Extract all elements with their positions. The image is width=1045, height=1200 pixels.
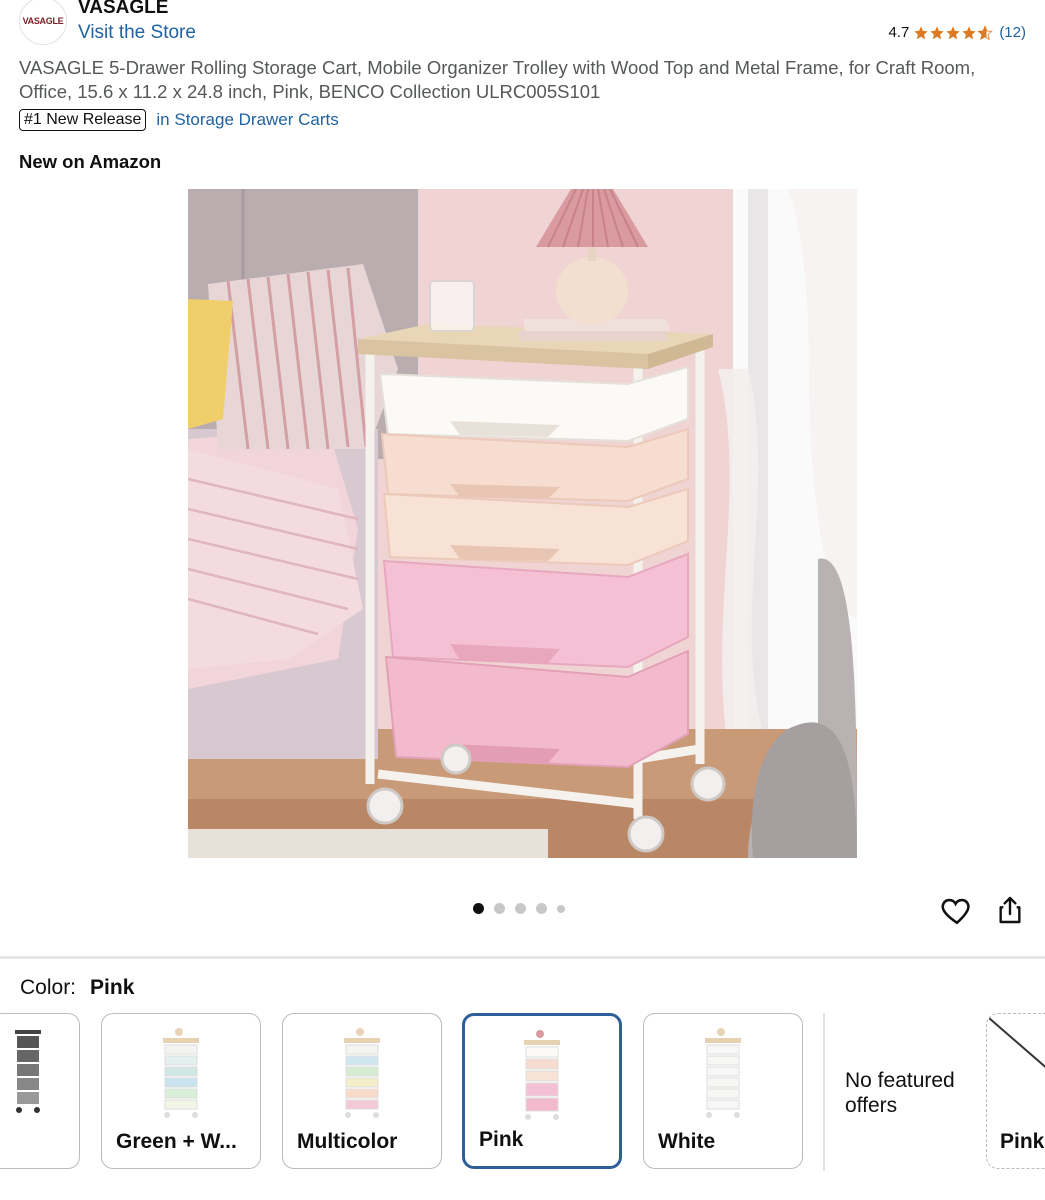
section-divider — [0, 956, 1045, 959]
visit-store-link[interactable]: Visit the Store — [78, 22, 196, 44]
swatch-separator — [823, 1013, 825, 1171]
black-cart-thumbnail — [15, 1030, 41, 1113]
color-selected-value: Pink — [90, 976, 135, 999]
carousel-dot[interactable] — [494, 903, 505, 914]
new-on-amazon-label: New on Amazon — [19, 151, 162, 172]
color-swatch-pink-selected[interactable]: Pink — [462, 1013, 622, 1169]
brand-logo-text: VASAGLE — [22, 16, 64, 26]
green-white-cart-thumbnail — [163, 1028, 199, 1118]
color-swatch-black[interactable] — [0, 1013, 80, 1169]
rating-count[interactable]: (12) — [999, 24, 1026, 41]
color-swatch-white[interactable]: White — [643, 1013, 803, 1169]
heart-icon[interactable] — [940, 893, 974, 927]
color-swatch-pink-unavailable[interactable]: Pink — [986, 1013, 1045, 1169]
swatch-label: Pink — [479, 1128, 524, 1151]
rating-value: 4.7 — [888, 24, 910, 41]
new-release-badge[interactable]: #1 New Release — [19, 109, 147, 131]
badge-category-link[interactable]: in Storage Drawer Carts — [156, 110, 338, 130]
star-half-icon — [977, 24, 993, 40]
image-carousel-dots[interactable] — [473, 903, 565, 914]
multicolor-cart-thumbnail — [344, 1028, 380, 1118]
brand-logo[interactable]: VASAGLE — [19, 0, 67, 45]
swatch-label: Pink — [1000, 1130, 1045, 1153]
star-icon — [930, 25, 944, 39]
rating-stars — [913, 24, 993, 41]
product-title: VASAGLE 5-Drawer Rolling Storage Cart, M… — [19, 57, 976, 102]
carousel-dot-active[interactable] — [473, 903, 484, 914]
color-swatch-multicolor[interactable]: Multicolor — [282, 1013, 442, 1169]
color-swatch-green-white[interactable]: Green + W... — [101, 1013, 261, 1169]
pink-cart-thumbnail — [524, 1030, 560, 1120]
rating-summary[interactable]: 4.7 (12) — [888, 24, 1026, 41]
best-seller-badge-row[interactable]: #1 New Release in Storage Drawer Carts — [19, 109, 339, 131]
star-icon — [946, 25, 960, 39]
product-image[interactable] — [188, 189, 857, 858]
no-featured-offers-text: No featured offers — [845, 1069, 955, 1117]
star-icon — [962, 25, 976, 39]
brand-name[interactable]: VASAGLE — [78, 0, 168, 19]
white-cart-thumbnail — [705, 1028, 741, 1118]
color-label: Color: — [20, 976, 77, 999]
carousel-dot[interactable] — [557, 904, 565, 913]
swatch-label: White — [658, 1130, 716, 1153]
star-icon — [914, 25, 928, 39]
swatch-label: Multicolor — [297, 1130, 398, 1153]
carousel-dot[interactable] — [515, 903, 526, 914]
carousel-dot[interactable] — [536, 903, 547, 914]
share-icon[interactable] — [994, 893, 1026, 927]
product-photo-illustration — [188, 189, 857, 858]
swatch-label: Green + W... — [116, 1130, 237, 1153]
color-selector-heading: Color: Pink — [20, 976, 134, 1000]
